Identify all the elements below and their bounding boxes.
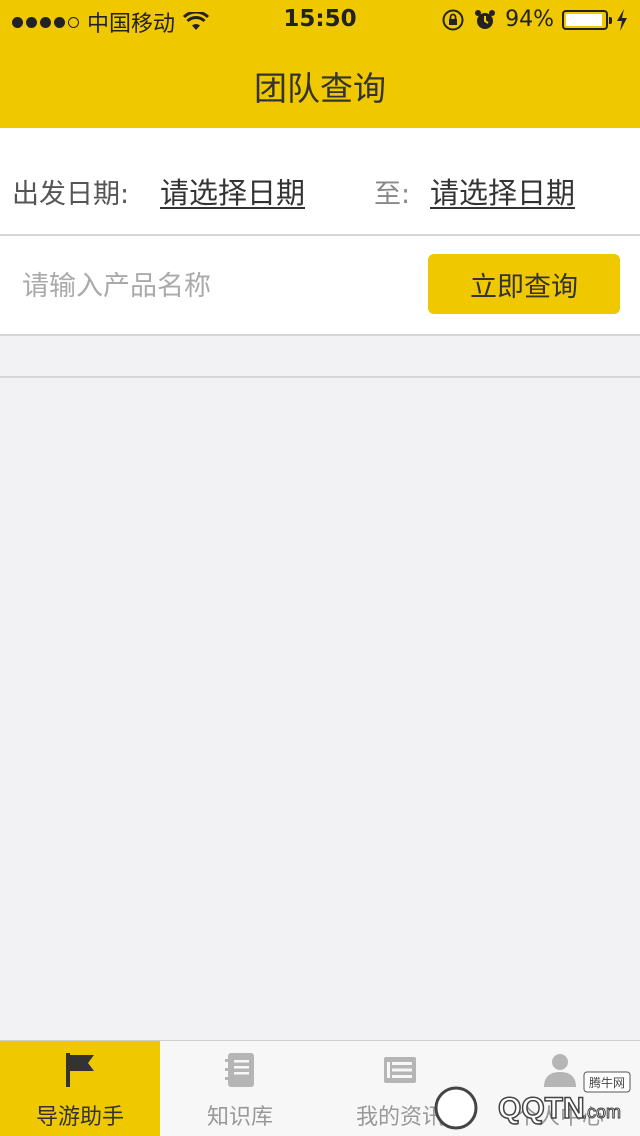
- end-date-picker[interactable]: 请选择日期: [430, 170, 575, 212]
- svg-text:.com: .com: [582, 1102, 621, 1122]
- query-button[interactable]: 立即查询: [428, 254, 620, 314]
- alarm-icon: [475, 9, 496, 29]
- tab-label: 导游助手: [35, 1105, 124, 1130]
- tab-guide-assistant[interactable]: 导游助手: [0, 1041, 160, 1136]
- date-range-row: 出发日期: 请选择日期 至: 请选择日期: [0, 128, 640, 236]
- notebook-icon: [225, 1053, 254, 1087]
- product-name-input[interactable]: [22, 260, 402, 312]
- tab-knowledge-base[interactable]: 知识库: [160, 1041, 320, 1136]
- search-form: 出发日期: 请选择日期 至: 请选择日期 立即查询: [0, 128, 640, 336]
- status-right: 94%: [441, 7, 628, 32]
- tab-label: 知识库: [206, 1105, 273, 1130]
- svg-text:腾牛网: 腾牛网: [589, 1075, 625, 1090]
- watermark-logo: QQTN .com 腾牛网: [434, 1071, 631, 1130]
- results-divider: [0, 376, 640, 378]
- battery-fill: [566, 13, 602, 26]
- product-search-row: 立即查询: [0, 236, 640, 336]
- rotation-lock-icon: [442, 9, 464, 30]
- charging-icon: [617, 8, 627, 31]
- to-label: 至:: [374, 179, 411, 210]
- departure-date-label: 出发日期:: [12, 179, 130, 210]
- start-date-picker[interactable]: 请选择日期: [160, 170, 305, 212]
- header: 中国移动 15:50 94% 团队查询: [0, 0, 640, 128]
- svg-text:QQTN: QQTN: [498, 1092, 585, 1125]
- page-title: 团队查询: [254, 69, 386, 108]
- flag-icon: [66, 1053, 94, 1087]
- news-icon: [384, 1057, 416, 1083]
- battery-icon: [562, 9, 612, 30]
- status-bar: 中国移动 15:50 94%: [0, 0, 640, 40]
- battery-percent: 94%: [505, 7, 554, 32]
